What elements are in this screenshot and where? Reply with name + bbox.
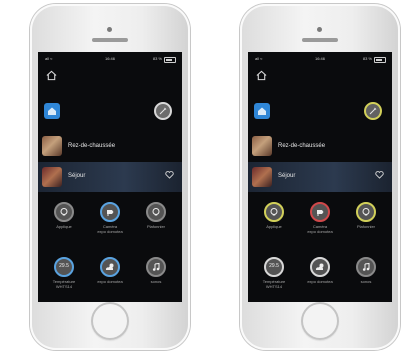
room-sejour[interactable]: Séjour	[248, 162, 392, 192]
status-bar: all ≈ 16:46 83 %	[38, 55, 182, 65]
room-thumbnail	[252, 136, 272, 156]
thermometer-icon: 29.5	[269, 263, 279, 269]
device-tile[interactable]: Applique	[46, 202, 82, 229]
status-bar: all ≈ 16:46 83 %	[248, 55, 392, 65]
edit-button[interactable]	[154, 102, 172, 120]
device-button[interactable]	[100, 257, 120, 277]
thermometer-icon: 29.5	[59, 263, 69, 269]
device-tile[interactable]: sonos	[348, 257, 384, 284]
device-tile[interactable]: Caméra expo domotea	[92, 202, 128, 234]
device-label: Température WHTS14	[52, 279, 76, 289]
room-thumbnail	[252, 167, 272, 187]
phone-screen: all ≈ 16:46 83 % Rez-de-chaussée Séjour	[248, 52, 392, 302]
room-thumbnail	[42, 167, 62, 187]
device-button[interactable]: 29.5	[54, 257, 74, 277]
home-tile-button[interactable]	[254, 103, 270, 119]
device-label: Plafonnier	[146, 224, 165, 229]
device-button[interactable]	[264, 202, 284, 222]
device-label: Applique	[56, 224, 72, 229]
device-button[interactable]	[54, 202, 74, 222]
device-label: Caméra expo domotea	[97, 224, 123, 234]
battery-icon	[374, 57, 386, 63]
room-thumbnail	[42, 136, 62, 156]
device-tile[interactable]: expo domotea	[302, 257, 338, 284]
battery-percent: 83 %	[362, 56, 372, 61]
battery-percent: 83 %	[152, 56, 162, 61]
phone-left: all ≈ 16:46 83 % Rez-de-chaussée Séjour	[30, 4, 190, 350]
music-note-icon	[362, 262, 370, 271]
device-button[interactable]	[100, 202, 120, 222]
device-label: expo domotea	[97, 279, 123, 284]
lightbulb-icon	[60, 208, 68, 216]
home-tile-button[interactable]	[44, 103, 60, 119]
device-label: Plafonnier	[356, 224, 375, 229]
phone-right: all ≈ 16:46 83 % Rez-de-chaussée Séjour	[240, 4, 400, 350]
device-tile[interactable]: 29.5 Température WHTS14	[46, 257, 82, 289]
lightbulb-icon	[362, 208, 370, 216]
front-camera	[107, 27, 112, 32]
device-button[interactable]	[310, 202, 330, 222]
lightbulb-icon	[152, 208, 160, 216]
house-icon	[48, 107, 56, 115]
device-label: Caméra expo domotea	[307, 224, 333, 234]
front-camera	[317, 27, 322, 32]
lightbulb-icon	[270, 208, 278, 216]
battery-icon	[164, 57, 176, 63]
phone-screen: all ≈ 16:46 83 % Rez-de-chaussée Séjour	[38, 52, 182, 302]
earpiece-speaker	[92, 38, 128, 42]
favorite-heart-icon[interactable]	[375, 171, 384, 179]
device-label: sonos	[150, 279, 162, 284]
device-label: Température WHTS14	[262, 279, 286, 289]
wand-icon	[159, 107, 167, 115]
weather-icon	[315, 263, 324, 270]
favorite-heart-icon[interactable]	[165, 171, 174, 179]
device-button[interactable]	[356, 257, 376, 277]
home-button[interactable]	[301, 302, 339, 340]
device-button[interactable]	[356, 202, 376, 222]
camera-icon	[317, 210, 324, 216]
home-icon[interactable]	[46, 70, 57, 81]
device-tile[interactable]: Applique	[256, 202, 292, 229]
device-tile[interactable]: sonos	[138, 257, 174, 284]
weather-icon	[105, 263, 114, 270]
wand-icon	[369, 107, 377, 115]
device-tile[interactable]: expo domotea	[92, 257, 128, 284]
home-button[interactable]	[91, 302, 129, 340]
device-button[interactable]	[146, 202, 166, 222]
device-tile[interactable]: 29.5 Température WHTS14	[256, 257, 292, 289]
music-note-icon	[152, 262, 160, 271]
device-label: sonos	[360, 279, 372, 284]
home-icon[interactable]	[256, 70, 267, 81]
earpiece-speaker	[302, 38, 338, 42]
house-icon	[258, 107, 266, 115]
room-label: Séjour	[68, 173, 86, 179]
device-label: expo domotea	[307, 279, 333, 284]
room-rez-de-chaussee[interactable]: Rez-de-chaussée	[42, 134, 182, 158]
room-rez-de-chaussee[interactable]: Rez-de-chaussée	[252, 134, 392, 158]
camera-icon	[107, 210, 114, 216]
device-button[interactable]	[310, 257, 330, 277]
device-tile[interactable]: Plafonnier	[138, 202, 174, 229]
room-label: Rez-de-chaussée	[68, 143, 116, 149]
device-label: Applique	[266, 224, 282, 229]
room-label: Rez-de-chaussée	[278, 143, 326, 149]
room-label: Séjour	[278, 173, 296, 179]
device-tile[interactable]: Plafonnier	[348, 202, 384, 229]
device-button[interactable]	[146, 257, 166, 277]
room-sejour[interactable]: Séjour	[38, 162, 182, 192]
edit-button[interactable]	[364, 102, 382, 120]
device-tile[interactable]: Caméra expo domotea	[302, 202, 338, 234]
device-button[interactable]: 29.5	[264, 257, 284, 277]
